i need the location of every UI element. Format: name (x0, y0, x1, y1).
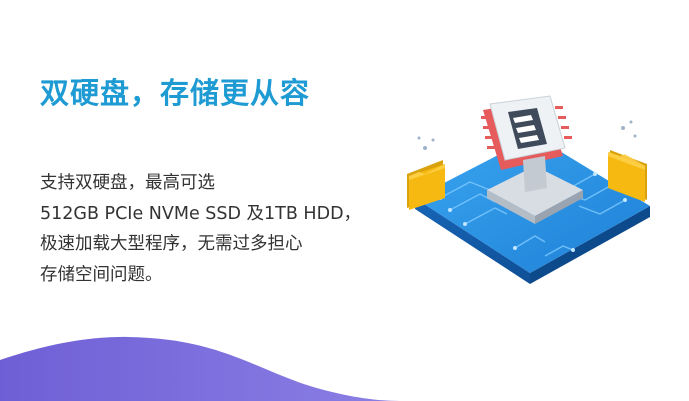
storage-board-icon (407, 95, 650, 284)
